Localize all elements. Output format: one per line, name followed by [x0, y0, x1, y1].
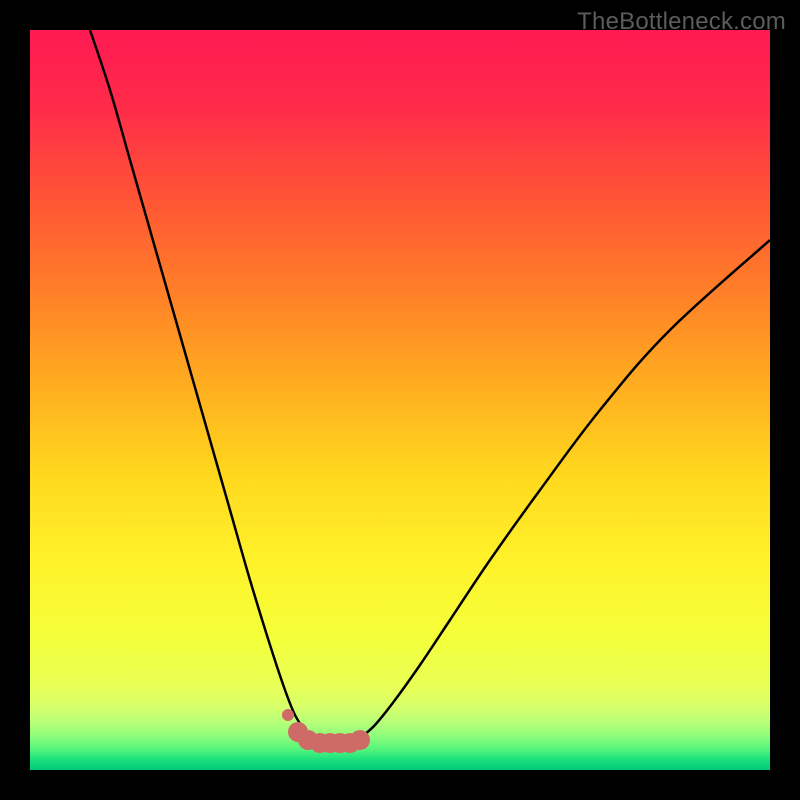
valley-dot: [350, 730, 370, 750]
chart-curves: [30, 30, 770, 770]
right-curve: [360, 240, 770, 738]
valley-dot: [282, 709, 294, 721]
left-curve: [90, 30, 315, 738]
watermark-text: TheBottleneck.com: [577, 8, 786, 36]
chart-frame: [30, 30, 770, 770]
